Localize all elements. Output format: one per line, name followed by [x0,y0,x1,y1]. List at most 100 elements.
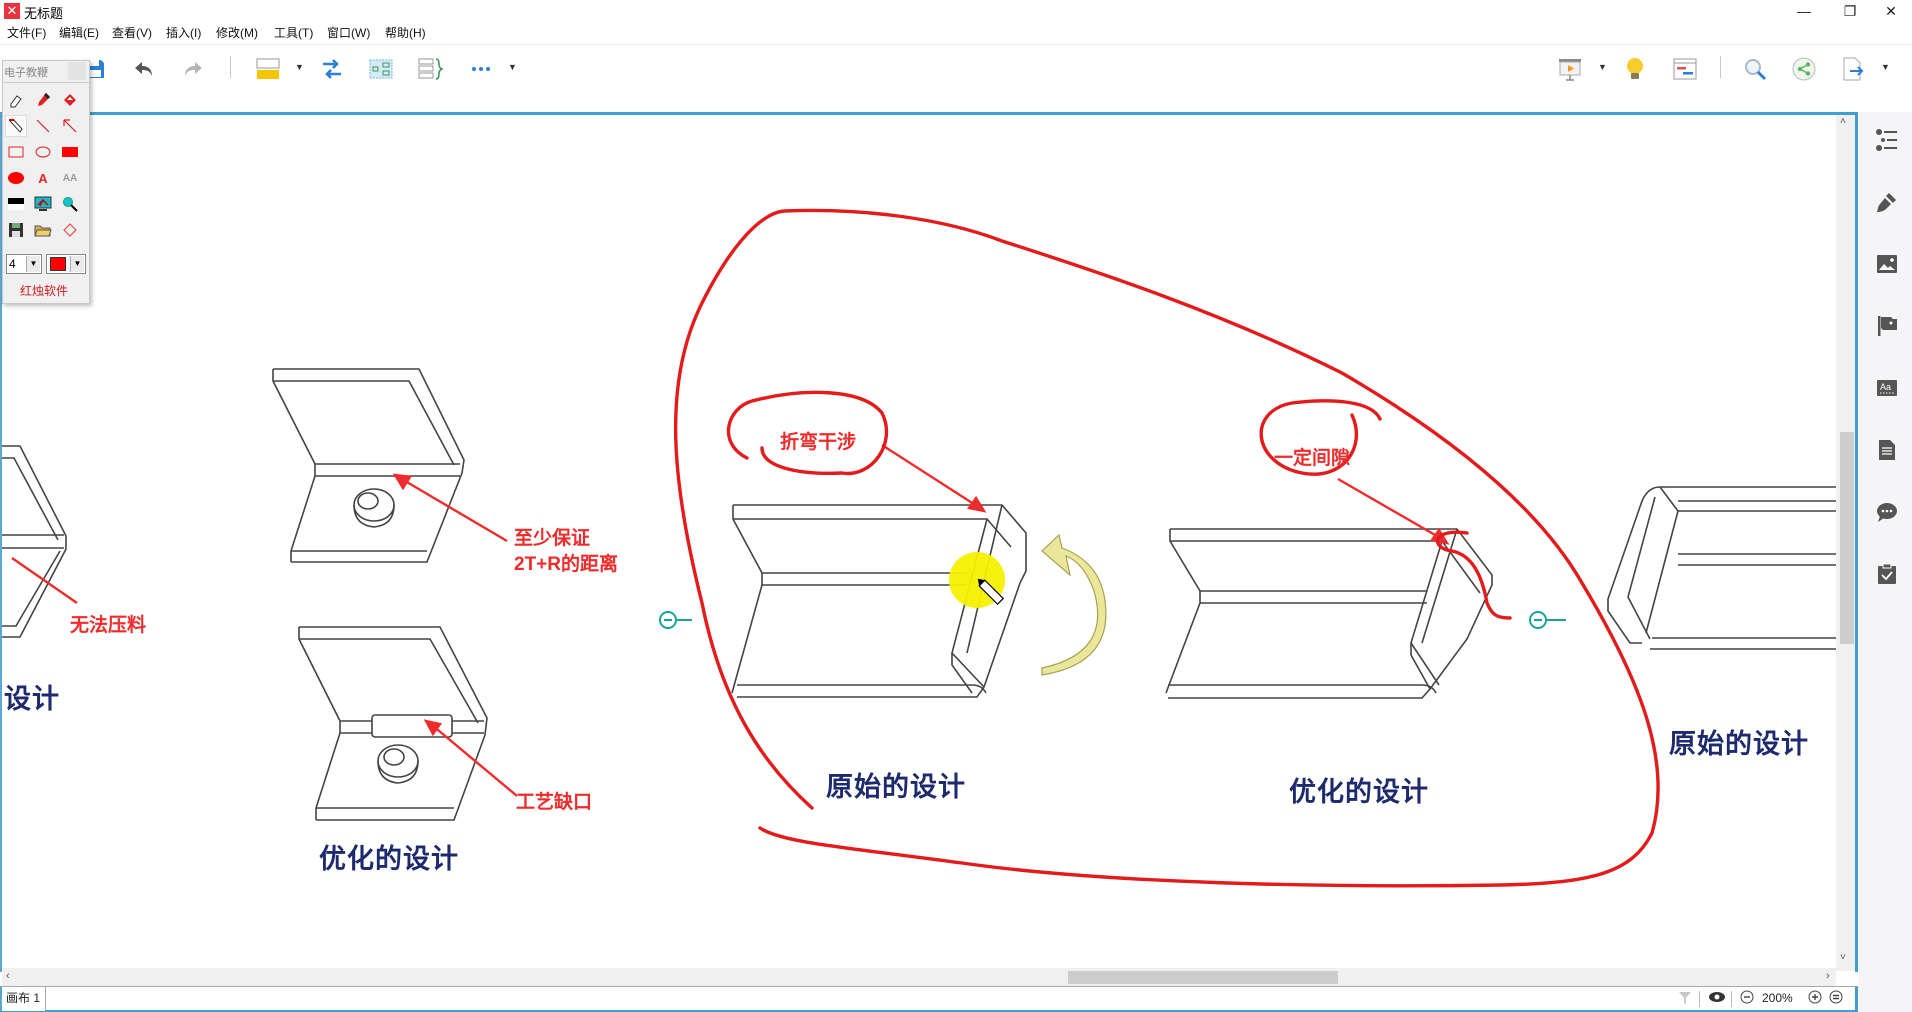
brainstorm-button[interactable] [1620,54,1650,84]
more-dropdown-icon[interactable]: ▼ [508,62,517,72]
mindmap-canvas[interactable]: 设计 优化的设计 原始的设计 优化的设计 原始的设计 无法压料 至少保证 2T+… [0,112,1858,972]
outline-panel-button[interactable] [1875,128,1899,152]
scroll-down-icon[interactable]: ˅ [1840,952,1846,963]
menu-view[interactable]: 查看(V) [112,24,152,41]
vertical-scroll-thumb[interactable] [1840,432,1854,644]
relationship-button[interactable] [317,54,347,84]
eye-icon [1709,992,1725,1002]
export-button[interactable] [1838,54,1868,84]
paint-bucket-icon [64,94,76,106]
zoom-out-button[interactable] [1740,990,1754,1007]
note-bend-interference[interactable]: 折弯干涉 [780,427,856,454]
eraser-tool[interactable] [5,89,27,111]
open-drawing-tool[interactable] [32,219,54,241]
rectangle-tool[interactable] [5,141,27,163]
design-label-original-3[interactable]: 原始的设计 [1669,722,1809,761]
horizontal-scrollbar[interactable] [2,968,1836,986]
magnifier-icon [63,197,78,212]
scroll-up-icon[interactable]: ˄ [1840,116,1846,127]
scroll-right-icon[interactable]: › [1826,970,1830,982]
filled-rectangle-tool[interactable] [59,141,81,163]
app-logo-icon: ✕ [4,3,20,19]
gantt-button[interactable] [1670,54,1700,84]
magnifier-tool[interactable] [59,193,81,215]
line-width-select[interactable]: 4 ▼ [6,254,42,274]
fill-tool[interactable] [59,89,81,111]
image-panel-button[interactable] [1875,252,1899,276]
text-style-panel-button[interactable]: Aa [1875,376,1899,400]
sheet-metal-drawings [2,368,1855,821]
filled-ellipse-tool[interactable] [5,167,27,189]
fit-view-button[interactable] [1829,990,1843,1007]
notes-panel-button[interactable] [1875,438,1899,462]
font-size-tool[interactable]: AA [59,167,81,189]
collapse-handle-left [659,611,692,629]
search-button[interactable] [1740,54,1770,84]
restore-button[interactable]: ❐ [1827,0,1873,22]
undo-button[interactable] [129,54,159,84]
format-brush-icon [1877,193,1896,212]
format-panel-button[interactable] [1875,190,1899,214]
menu-file[interactable]: 文件(F) [7,24,46,41]
save-drawing-tool[interactable] [5,219,27,241]
minimize-button[interactable]: — [1781,0,1827,22]
design-label-optimized-2[interactable]: 优化的设计 [1289,770,1429,809]
more-icon [472,67,490,71]
lightbulb-icon [1627,58,1643,79]
sheet-tab[interactable]: 画布 1 [2,987,46,1011]
highlighter-tool[interactable] [5,115,27,137]
note-cannot-press[interactable]: 无法压料 [70,610,146,637]
note-min-distance-line2[interactable]: 2T+R的距离 [514,549,618,576]
summary-button[interactable] [415,54,445,84]
menu-tools[interactable]: 工具(T) [274,24,313,41]
whiteboard-tool[interactable] [5,193,27,215]
filter-button[interactable] [1678,990,1692,1009]
filled-ellipse-icon [8,172,24,184]
share-button[interactable] [1789,54,1819,84]
text-tool[interactable]: A [32,167,54,189]
view-toggle-button[interactable] [1708,990,1726,1007]
line-tool[interactable] [32,115,54,137]
boundary-icon [369,59,393,79]
menu-help[interactable]: 帮助(H) [385,24,426,41]
summary-icon [418,58,443,80]
marker-panel-button[interactable] [1875,314,1899,338]
palette-close-button[interactable] [68,62,86,80]
redo-button[interactable] [178,54,208,84]
clear-drawing-tool[interactable] [59,219,81,241]
menu-window[interactable]: 窗口(W) [327,24,370,41]
menu-edit[interactable]: 编辑(E) [59,24,99,41]
design-label-original-2[interactable]: 原始的设计 [826,765,966,804]
presentation-button[interactable] [1555,54,1585,84]
design-label-optimized-1[interactable]: 优化的设计 [319,837,459,876]
menu-modify[interactable]: 修改(M) [216,24,258,41]
screen-tool[interactable] [32,193,54,215]
export-dropdown-icon[interactable]: ▼ [1881,62,1890,72]
note-clearance[interactable]: 一定间隙 [1274,443,1350,470]
palette-divider [2,82,90,83]
presentation-dropdown-icon[interactable]: ▼ [1598,62,1607,72]
screen-icon [34,196,52,211]
folder-open-icon [34,225,52,237]
scroll-left-icon[interactable]: ‹ [6,970,10,982]
horizontal-scroll-thumb[interactable] [1068,971,1338,984]
topic-button[interactable] [253,54,283,84]
topic-dropdown-icon[interactable]: ▼ [295,62,304,72]
pen-tool[interactable] [32,89,54,111]
ellipse-tool[interactable] [32,141,54,163]
more-button[interactable] [466,54,496,84]
boundary-button[interactable] [366,54,396,84]
zoom-in-button[interactable] [1808,990,1822,1007]
text-style-icon: Aa [1877,380,1897,396]
highlighter-icon [9,118,23,133]
bend-direction-arrow [1041,533,1107,676]
comment-panel-button[interactable] [1875,500,1899,524]
note-min-distance-line1[interactable]: 至少保证 [514,523,590,550]
task-panel-button[interactable] [1875,562,1899,586]
arrow-tool[interactable] [59,115,81,137]
design-label-partial[interactable]: 设计 [4,677,60,716]
note-process-notch[interactable]: 工艺缺口 [516,787,592,814]
close-button[interactable]: ✕ [1868,0,1912,22]
menu-insert[interactable]: 插入(I) [166,24,201,41]
color-select[interactable]: ▼ [46,254,86,274]
